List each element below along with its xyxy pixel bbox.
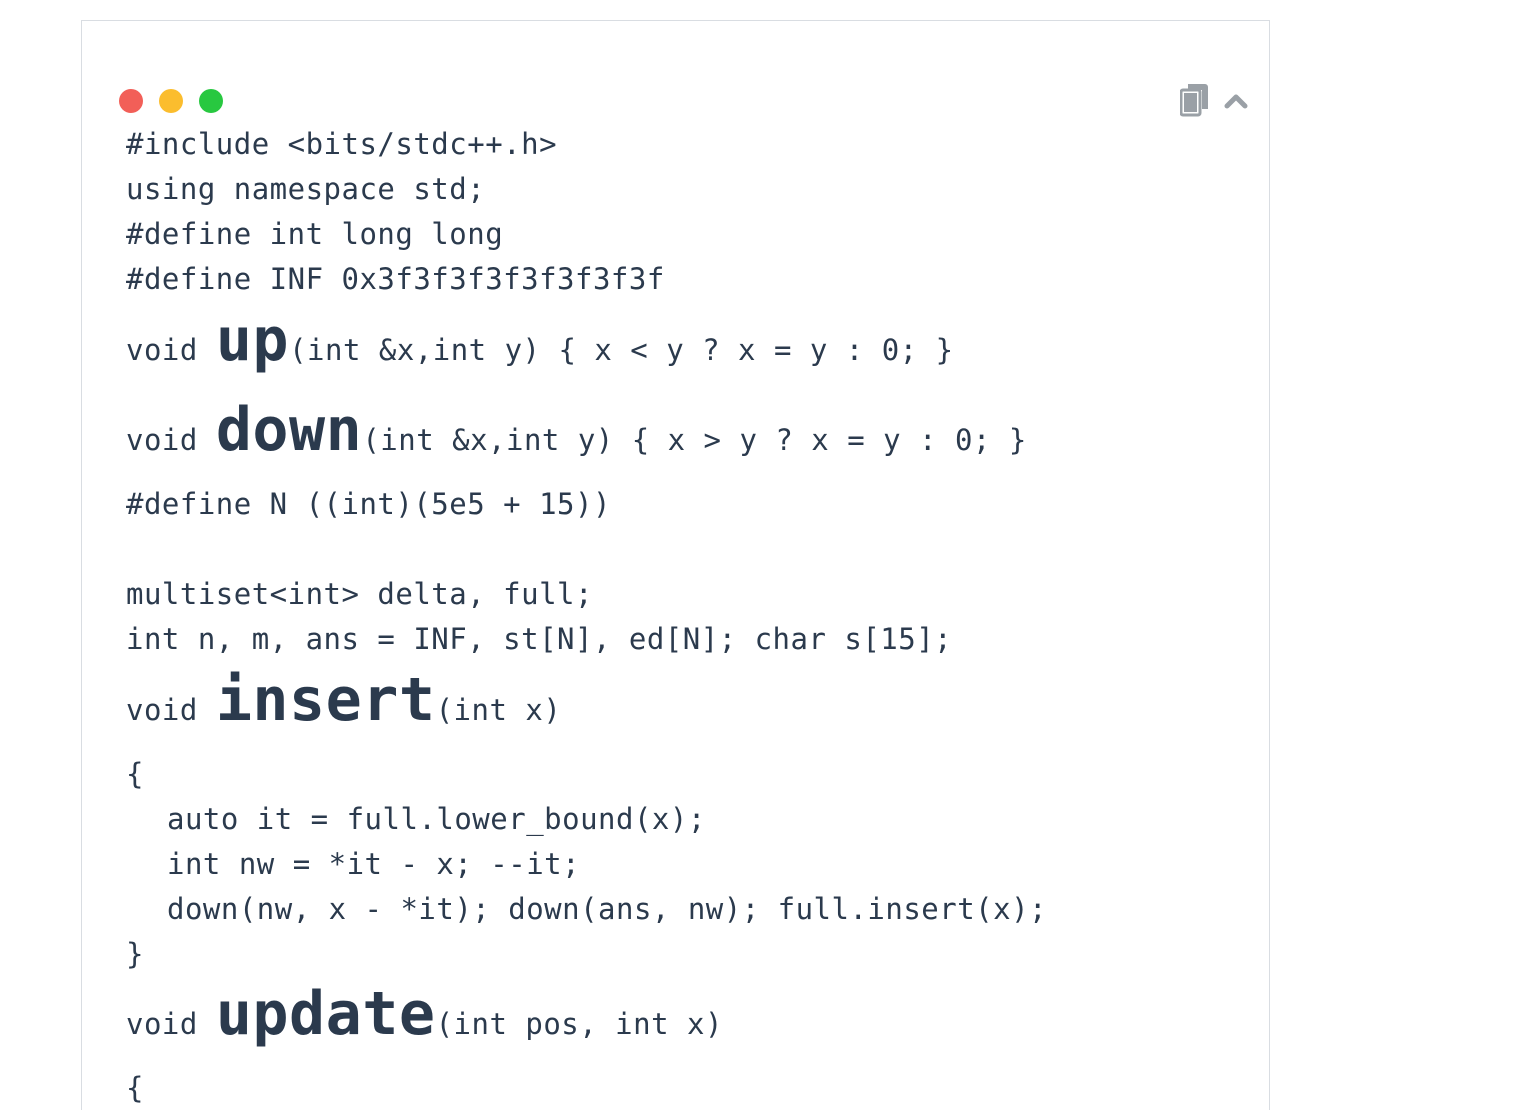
chevron-up-icon[interactable]: [1222, 91, 1250, 111]
function-down-line: void down(int &x,int y) { x > y ? x = y …: [126, 395, 1027, 465]
function-name: up: [215, 305, 290, 375]
code-line: #define INF 0x3f3f3f3f3f3f3f3f: [126, 262, 665, 296]
zoom-dot: [199, 89, 223, 113]
code-line: #define N ((int)(5e5 + 15)): [126, 487, 611, 521]
function-name: update: [215, 979, 436, 1049]
code-line: }: [126, 937, 144, 971]
minimize-dot: [159, 89, 183, 113]
code-content: #include <bits/stdc++.h> using namespace…: [126, 121, 1047, 1105]
code-line: #define int long long: [126, 217, 504, 251]
function-update-line: void update(int pos, int x): [126, 979, 723, 1049]
function-name: down: [215, 395, 363, 465]
code-line: int n, m, ans = INF, st[N], ed[N]; char …: [126, 622, 953, 656]
code-line: {: [126, 1071, 144, 1105]
code-line: using namespace std;: [126, 172, 486, 206]
function-name: insert: [215, 665, 436, 735]
code-block-card: #include <bits/stdc++.h> using namespace…: [81, 20, 1270, 1110]
code-line: int nw = *it - x; --it;: [167, 847, 581, 881]
code-line: down(nw, x - *it); down(ans, nw); full.i…: [167, 892, 1048, 926]
code-line: #include <bits/stdc++.h>: [126, 127, 558, 161]
code-line: auto it = full.lower_bound(x);: [167, 802, 706, 836]
close-dot: [119, 89, 143, 113]
code-line: multiset<int> delta, full;: [126, 577, 593, 611]
function-insert-line: void insert(int x): [126, 665, 562, 735]
copy-icon[interactable]: [1179, 83, 1210, 117]
code-line: {: [126, 757, 144, 791]
function-up-line: void up(int &x,int y) { x < y ? x = y : …: [126, 305, 954, 375]
